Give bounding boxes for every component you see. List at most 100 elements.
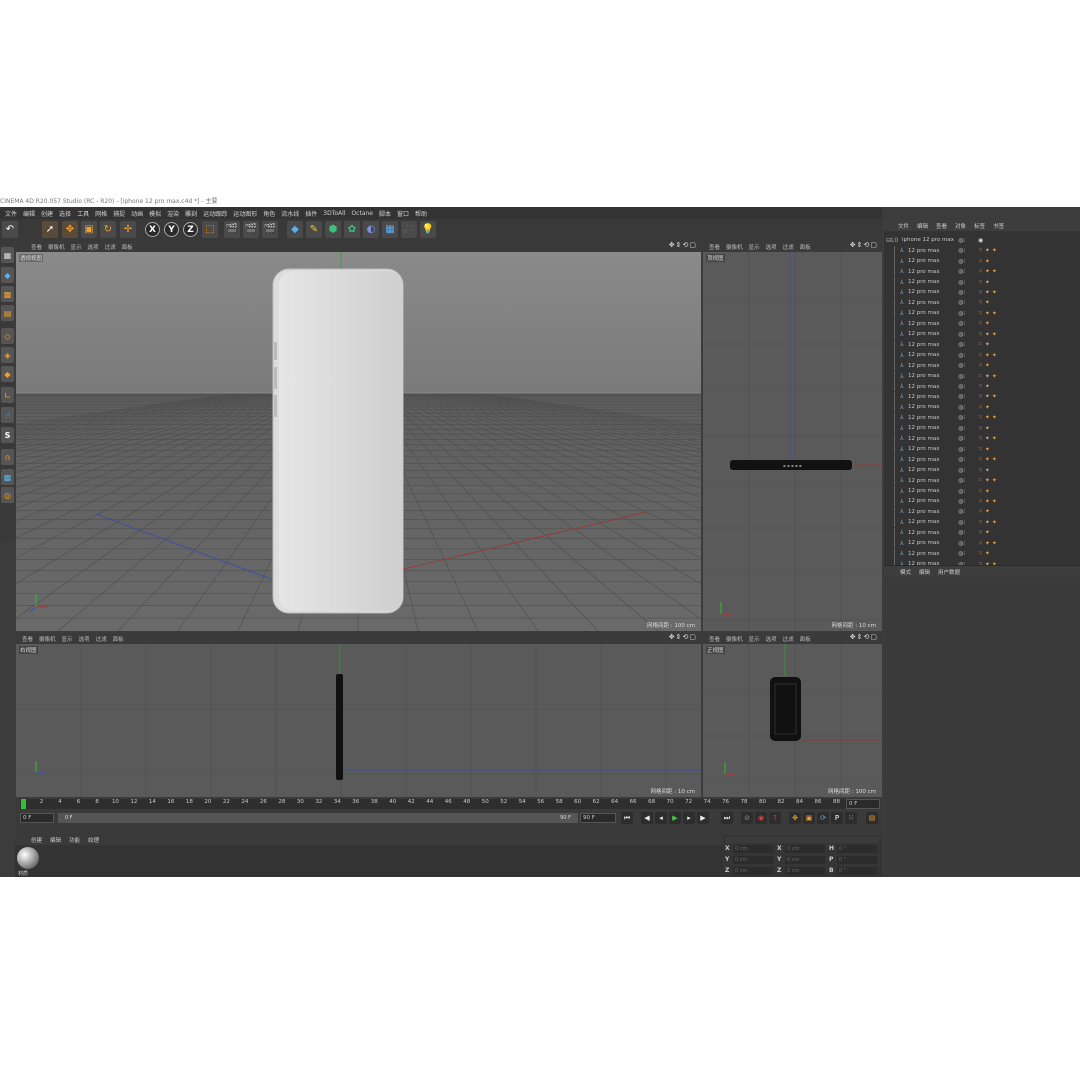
right-viewport[interactable]: 查看 摄像机 显示 选项 过滤 面板 ✥⇕⟲▢ 右视图 网格间距 : 10 cm: [16, 633, 701, 797]
menu-item[interactable]: 运动图形: [230, 209, 260, 218]
mm-tab-texture[interactable]: 纹理: [84, 836, 103, 844]
rotation-b-field[interactable]: 0 °: [837, 867, 877, 875]
object-row[interactable]: ⅄ 12 pro max ◍⁝ ⁙ ✦: [884, 548, 1080, 559]
visibility-dots-icon[interactable]: ◍⁝: [958, 247, 965, 254]
go-to-start-icon[interactable]: ⏮: [621, 812, 633, 824]
position-z-field[interactable]: 0 cm: [733, 867, 773, 875]
vp-menu-display[interactable]: 显示: [68, 243, 85, 251]
tag-icons[interactable]: ⁙ ✦ ✦: [978, 540, 997, 547]
top-viewport[interactable]: 查看 摄像机 显示 选项 过滤 面板 ✥⇕⟲▢ ▪ ▪ ▪ ▪ ▪ 顶视图 网格…: [703, 241, 882, 631]
object-row[interactable]: ⅄ 12 pro max ◍⁝ ⁙ ✦ ✦: [884, 370, 1080, 381]
planar-workplane-icon[interactable]: ◎: [1, 487, 14, 503]
size-z-field[interactable]: 0 cm: [785, 867, 825, 875]
cube-object-icon[interactable]: ◆: [287, 221, 303, 238]
object-row[interactable]: ⅄ 12 pro max ◍⁝ ⁙ ✦ ✦: [884, 329, 1080, 340]
previous-frame-icon[interactable]: ◂: [655, 812, 667, 824]
tag-icons[interactable]: ⁙ ✦ ✦: [978, 268, 997, 275]
visibility-dots-icon[interactable]: ◍⁝: [958, 279, 965, 286]
tag-icons[interactable]: ⁙ ✦: [978, 446, 990, 453]
material-preview-sphere[interactable]: [17, 847, 39, 869]
next-key-icon[interactable]: ▶: [697, 812, 709, 824]
visibility-dots-icon[interactable]: ◍⁝: [958, 331, 965, 338]
visibility-dots-icon[interactable]: ◍⁝: [958, 456, 965, 463]
object-row[interactable]: ⅄ 12 pro max ◍⁝ ⁙ ✦ ✦: [884, 496, 1080, 507]
vp-menu-display[interactable]: 显示: [746, 243, 763, 251]
tag-icons[interactable]: ⁙ ✦: [978, 341, 990, 348]
object-row[interactable]: ⅄ 12 pro max ◍⁝ ⁙ ✦: [884, 297, 1080, 308]
previous-key-icon[interactable]: ◀: [641, 812, 653, 824]
object-row[interactable]: ⅄ 12 pro max ◍⁝ ⁙ ✦: [884, 318, 1080, 329]
size-y-field[interactable]: 0 cm: [785, 856, 825, 864]
playhead[interactable]: [21, 799, 26, 809]
visibility-dots-icon[interactable]: ◍⁝: [958, 393, 965, 400]
vp-menu-camera[interactable]: 摄像机: [723, 635, 746, 643]
mm-tab-function[interactable]: 功能: [65, 836, 84, 844]
vp-menu-display[interactable]: 显示: [59, 635, 76, 643]
am-tab-userdata[interactable]: 用户数据: [934, 568, 964, 576]
om-tab-edit[interactable]: 编辑: [913, 222, 932, 230]
tag-icons[interactable]: ⁙ ✦ ✦: [978, 456, 997, 463]
y-axis-lock-button[interactable]: Y: [164, 222, 179, 237]
undo-icon[interactable]: ↶: [2, 221, 18, 238]
tag-icons[interactable]: ⁙ ✦: [978, 550, 990, 557]
next-frame-icon[interactable]: ▸: [683, 812, 695, 824]
vp-menu-filter[interactable]: 过滤: [780, 635, 797, 643]
front-viewport[interactable]: 查看 摄像机 显示 选项 过滤 面板 ✥⇕⟲▢ 正视图 网格间距 : 100 c…: [703, 633, 882, 797]
menu-item[interactable]: 运动跟踪: [200, 209, 230, 218]
magnet-icon[interactable]: ∩: [1, 449, 14, 465]
object-row[interactable]: ⅄ 12 pro max ◍⁝ ⁙ ✦ ✦: [884, 350, 1080, 360]
object-row[interactable]: ⅄ 12 pro max ◍⁝ ⁙ ✦ ✦: [884, 391, 1080, 402]
visibility-dots-icon[interactable]: ◍⁝: [958, 289, 965, 296]
vp-menu-view[interactable]: 查看: [706, 635, 723, 643]
visibility-dots-icon[interactable]: ◍⁝: [958, 540, 965, 547]
visibility-dots-icon[interactable]: ◍⁝: [958, 310, 965, 317]
object-row[interactable]: ⅄ 12 pro max ◍⁝ ⁙ ✦ ✦: [884, 433, 1080, 444]
object-row[interactable]: ⅄ 12 pro max ◍⁝ ⁙ ✦: [884, 402, 1080, 413]
object-row[interactable]: ⅄ 12 pro max ◍⁝ ⁙ ✦: [884, 276, 1080, 287]
workplane-icon[interactable]: ▤: [1, 305, 14, 321]
timeline-window-icon[interactable]: ▤: [866, 812, 878, 824]
vp-menu-filter[interactable]: 过滤: [780, 243, 797, 251]
scale-tool-icon[interactable]: ▣: [81, 221, 97, 238]
polygons-mode-icon[interactable]: ◆: [1, 366, 14, 382]
viewport-nav-icons[interactable]: ✥⇕⟲▢: [850, 241, 878, 252]
tag-icons[interactable]: ⁙ ✦ ✦: [978, 435, 997, 442]
vp-menu-options[interactable]: 选项: [763, 635, 780, 643]
menu-item[interactable]: 文件: [2, 209, 20, 218]
vp-menu-panel[interactable]: 面板: [797, 243, 814, 251]
object-row[interactable]: ⅄ 12 pro max ◍⁝ ⁙ ✦: [884, 506, 1080, 517]
visibility-dots-icon[interactable]: ◍⁝: [958, 383, 965, 390]
object-row[interactable]: ⅄ 12 pro max ◍⁝ ⁙ ✦ ✦: [884, 245, 1080, 256]
points-mode-icon[interactable]: ◇: [1, 328, 14, 344]
tag-icons[interactable]: ⁙ ✦: [978, 258, 990, 265]
tag-icons[interactable]: ⁙ ✦: [978, 404, 990, 411]
play-icon[interactable]: ▶: [669, 812, 681, 824]
parameter-key-icon[interactable]: P: [831, 812, 843, 824]
vp-menu-options[interactable]: 选项: [85, 243, 102, 251]
visibility-dots-icon[interactable]: ◍⁝: [958, 446, 965, 453]
vp-menu-panel[interactable]: 面板: [797, 635, 814, 643]
om-tab-view[interactable]: 查看: [932, 222, 951, 230]
tag-icons[interactable]: ⁙ ✦: [978, 488, 990, 495]
floor-icon[interactable]: ▦: [382, 221, 398, 238]
cloner-icon[interactable]: ✿: [344, 221, 360, 238]
last-tool-icon[interactable]: ✛: [120, 221, 136, 238]
rotation-key-icon[interactable]: ⟳: [817, 812, 829, 824]
tag-icons[interactable]: ⁙ ✦: [978, 320, 990, 327]
menu-item[interactable]: 渲染: [164, 209, 182, 218]
visibility-dots-icon[interactable]: ◍⁝: [958, 519, 965, 526]
menu-item[interactable]: 工具: [74, 209, 92, 218]
end-frame-field[interactable]: 90 F: [580, 813, 616, 823]
model-mode-icon[interactable]: ◆: [1, 267, 14, 283]
menu-item[interactable]: 动画: [128, 209, 146, 218]
visibility-dots-icon[interactable]: ◍⁝: [958, 498, 965, 505]
menu-item[interactable]: 捕捉: [110, 209, 128, 218]
object-row[interactable]: ⅄ 12 pro max ◍⁝ ⁙ ✦ ✦: [884, 454, 1080, 465]
tag-icons[interactable]: ⁙ ✦ ✦: [978, 310, 997, 317]
visibility-dots-icon[interactable]: ◍⁝: [958, 550, 965, 557]
am-tab-mode[interactable]: 模式: [896, 568, 915, 576]
vp-menu-options[interactable]: 选项: [76, 635, 93, 643]
object-row[interactable]: ⅄ 12 pro max ◍⁝ ⁙ ✦ ✦: [884, 412, 1080, 423]
light-icon[interactable]: 💡: [420, 221, 436, 238]
object-root-row[interactable]: ⊟L0 iphone 12 pro max ◍⁝ ◉: [884, 235, 1080, 245]
